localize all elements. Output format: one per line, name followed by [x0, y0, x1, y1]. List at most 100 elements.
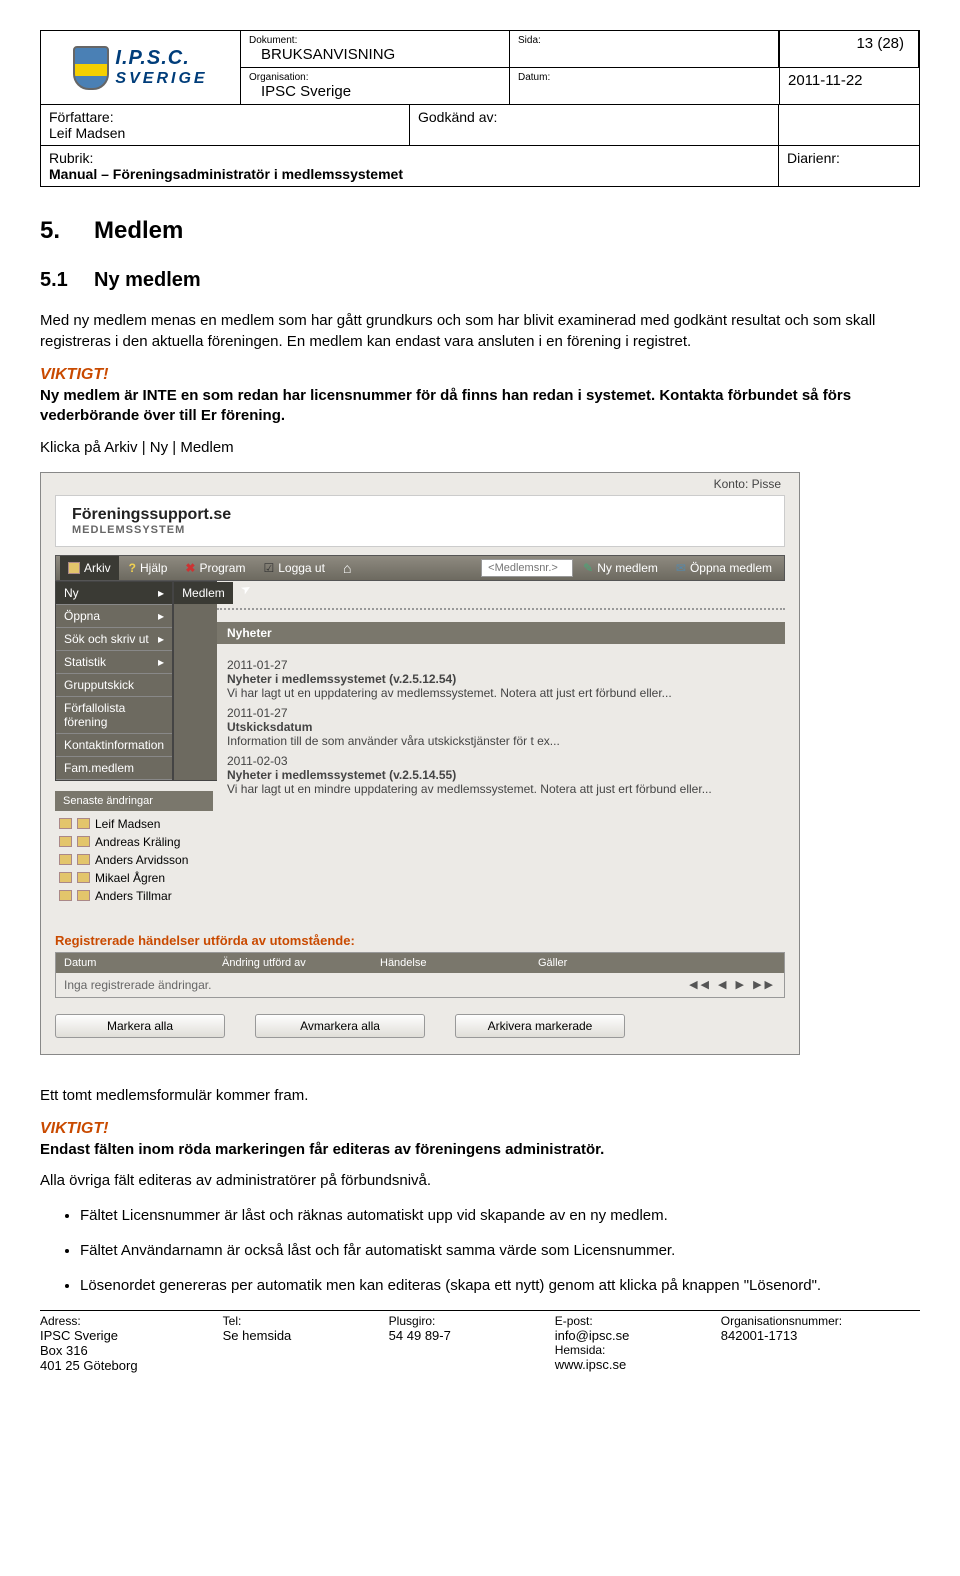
- logo-text-bottom: SVERIGE: [115, 70, 207, 88]
- menubar: Arkiv ?Hjälp ✖Program Logga ut Ny medlem…: [55, 555, 785, 581]
- footer-orgnr-label: Organisationsnummer:: [721, 1314, 920, 1328]
- dd-oppna[interactable]: Öppna▸: [56, 605, 172, 628]
- organisation-cell: Organisation: IPSC Sverige: [241, 68, 510, 104]
- folder-icon: [59, 854, 72, 865]
- datum-value: 2011-11-22: [788, 72, 911, 89]
- news-date: 2011-02-03: [227, 754, 775, 768]
- sida-label: Sida:: [518, 35, 770, 46]
- dokument-cell: Dokument: BRUKSANVISNING: [241, 31, 510, 68]
- list-item[interactable]: Andreas Kräling: [55, 833, 213, 851]
- arkiv-dropdown: Ny▸ Öppna▸ Sök och skriv ut▸ Statistik▸ …: [55, 581, 173, 781]
- col-galler: Gäller: [538, 957, 696, 969]
- footer-adress-l1: IPSC Sverige: [40, 1328, 223, 1343]
- heading-5-1: 5.1Ny medlem: [40, 269, 920, 292]
- empty-message: Inga registrerade ändringar.: [64, 978, 211, 992]
- dokument-label: Dokument:: [249, 35, 501, 46]
- document-header: I.P.S.C. SVERIGE Dokument: BRUKSANVISNIN…: [40, 30, 920, 105]
- heading-5-1-text: Ny medlem: [94, 269, 201, 291]
- footer-hemsida-value: www.ipsc.se: [555, 1357, 721, 1372]
- diarienr-label: Diarienr:: [787, 150, 911, 166]
- menu-hjalp[interactable]: ?Hjälp: [121, 556, 176, 580]
- footer-tel-value: Se hemsida: [223, 1328, 389, 1343]
- datum-value-cell: 2011-11-22: [779, 68, 919, 104]
- member-search-input[interactable]: [481, 559, 573, 577]
- list-item[interactable]: Leif Madsen: [55, 815, 213, 833]
- cut-text-le: le: [217, 585, 785, 600]
- dd-statistik[interactable]: Statistik▸: [56, 651, 172, 674]
- other-fields-text: Alla övriga fält editeras av administrat…: [40, 1170, 920, 1191]
- dd-kontakt[interactable]: Kontaktinformation: [56, 734, 172, 757]
- list-item[interactable]: Mikael Ågren: [55, 869, 213, 887]
- news-date: 2011-01-27: [227, 706, 775, 720]
- divider: [217, 608, 785, 610]
- forfattare-value: Leif Madsen: [49, 125, 401, 141]
- footer-adress-label: Adress:: [40, 1314, 223, 1328]
- empty-form-text: Ett tomt medlemsformulär kommer fram.: [40, 1085, 920, 1106]
- organisation-label: Organisation:: [249, 72, 501, 83]
- shield-icon: [73, 46, 109, 90]
- page-number: 13 (28): [788, 35, 910, 52]
- rubrik-row: Rubrik: Manual – Föreningsadministratör …: [40, 146, 920, 187]
- pager[interactable]: ◀◀ ◀ ▶ ▶▶: [689, 978, 776, 991]
- content-body: 5.Medlem 5.1Ny medlem Med ny medlem mena…: [40, 187, 920, 1296]
- menu-program[interactable]: ✖Program: [177, 556, 253, 580]
- app-subbrand: MEDLEMSSYSTEM: [72, 524, 768, 536]
- dd-fam[interactable]: Fam.medlem: [56, 757, 172, 780]
- folder-icon: [77, 818, 90, 829]
- mark-all-button[interactable]: Markera alla: [55, 1014, 225, 1038]
- footer-hemsida-label: Hemsida:: [555, 1343, 721, 1357]
- recent-changes-list: Leif Madsen Andreas Kräling Anders Arvid…: [55, 811, 213, 909]
- folder-icon: [77, 854, 90, 865]
- viktigt-label-2: VIKTIGT!: [40, 1120, 920, 1138]
- sida-value-cell: 13 (28): [779, 31, 919, 68]
- menu-logga-ut[interactable]: Logga ut: [255, 556, 332, 580]
- menu-ny-medlem[interactable]: Ny medlem: [575, 556, 666, 580]
- news-header: Nyheter: [217, 622, 785, 644]
- folder-icon: [77, 872, 90, 883]
- heading-5-num: 5.: [40, 217, 94, 245]
- instruction-click: Klicka på Arkiv | Ny | Medlem: [40, 437, 920, 458]
- news-title: Nyheter i medlemssystemet (v.2.5.14.55): [227, 768, 775, 782]
- menu-arkiv[interactable]: Arkiv: [60, 556, 119, 580]
- archive-marked-button[interactable]: Arkivera markerade: [455, 1014, 625, 1038]
- footer-orgnr-value: 842001-1713: [721, 1328, 920, 1343]
- konto-label: Konto: Pisse: [714, 477, 781, 491]
- app-banner: Föreningssupport.se MEDLEMSSYSTEM: [55, 495, 785, 547]
- diarienr-cell: Diarienr:: [779, 146, 919, 186]
- author-row: Författare: Leif Madsen Godkänd av:: [40, 105, 920, 146]
- heading-5: 5.Medlem: [40, 217, 920, 245]
- question-icon: ?: [129, 561, 136, 575]
- dd-ny[interactable]: Ny▸: [56, 582, 172, 605]
- datum-label-cell: Datum:: [510, 68, 779, 104]
- submenu-medlem[interactable]: Medlem: [174, 582, 233, 604]
- pencil-icon: [583, 561, 593, 575]
- logo-text-top: I.P.S.C.: [115, 47, 207, 70]
- footer: Adress: IPSC Sverige Box 316 401 25 Göte…: [40, 1310, 920, 1373]
- footer-plusgiro-value: 54 49 89-7: [389, 1328, 555, 1343]
- list-item[interactable]: Anders Tillmar: [55, 887, 213, 905]
- registered-events-header: Registrerade händelser utförda av utomst…: [41, 923, 799, 952]
- menu-oppna-medlem[interactable]: Öppna medlem: [668, 556, 780, 580]
- dd-forfallolista[interactable]: Förfallolista förening: [56, 697, 172, 734]
- footer-tel-label: Tel:: [223, 1314, 389, 1328]
- dd-sok[interactable]: Sök och skriv ut▸: [56, 628, 172, 651]
- bullet-2: Fältet Användarnamn är också låst och få…: [80, 1240, 920, 1261]
- rubrik-label: Rubrik:: [49, 150, 770, 166]
- home-icon: [343, 560, 351, 576]
- x-icon: ✖: [185, 561, 195, 575]
- dokument-value: BRUKSANVISNING: [249, 46, 501, 63]
- bullet-1: Fältet Licensnummer är låst och räknas a…: [80, 1205, 920, 1226]
- menu-home[interactable]: [335, 556, 359, 580]
- folder-icon: [59, 818, 72, 829]
- news-list: 2011-01-27 Nyheter i medlemssystemet (v.…: [217, 644, 785, 804]
- dd-grupputskick[interactable]: Grupputskick: [56, 674, 172, 697]
- recent-changes-header: Senaste ändringar: [55, 791, 213, 811]
- unmark-all-button[interactable]: Avmarkera alla: [255, 1014, 425, 1038]
- forfattare-cell: Författare: Leif Madsen: [41, 105, 410, 145]
- list-item[interactable]: Anders Arvidsson: [55, 851, 213, 869]
- forfattare-label: Författare:: [49, 109, 401, 125]
- godkand-label: Godkänd av:: [418, 109, 770, 125]
- viktigt-text-1: Ny medlem är INTE en som redan har licen…: [40, 386, 920, 427]
- events-table: Datum Ändring utförd av Händelse Gäller …: [55, 952, 785, 998]
- viktigt-text-2: Endast fälten inom röda markeringen får …: [40, 1140, 920, 1160]
